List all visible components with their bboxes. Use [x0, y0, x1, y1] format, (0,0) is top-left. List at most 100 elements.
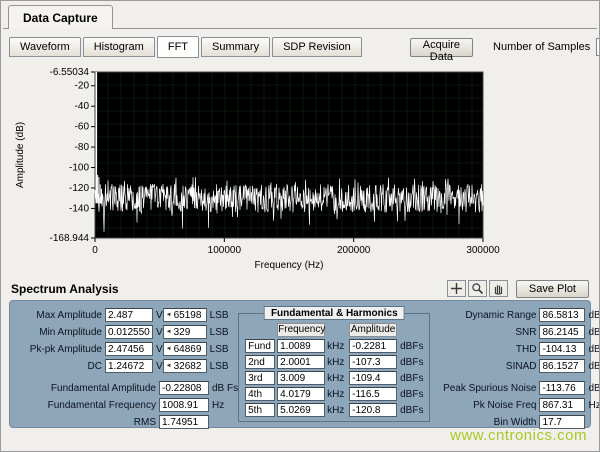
frequency-column-header: Frequency [277, 323, 325, 337]
field-label: Peak Spurious Noise [430, 383, 536, 394]
fft-plot-area: Amplitude (dB) -6.55034-20-40-60-80-100-… [11, 62, 589, 278]
tab-data-capture[interactable]: Data Capture [8, 5, 113, 29]
field-label: Dynamic Range [430, 310, 536, 321]
min-amplitude-volts-display: 0.012550 [105, 325, 153, 339]
spectrum-analysis-header: Spectrum Analysis [3, 278, 597, 299]
field-unit: LSB [210, 327, 229, 338]
field-label: Bin Width [430, 417, 536, 428]
field-unit: dB [588, 361, 600, 372]
max-amplitude-volts-display: 2.487 [105, 308, 153, 322]
tab-fft[interactable]: FFT [157, 36, 199, 58]
dc-volts-display: 1.24672 [105, 359, 153, 373]
samples-combo[interactable]: 32768 ▼ [596, 38, 600, 56]
lsb-value: 32682 [174, 361, 202, 372]
field-row: Peak Spurious Noise -113.76 dB [430, 381, 600, 395]
field-unit: dBFs [400, 357, 423, 368]
pk-noise-freq-display: 867.31 [539, 398, 585, 412]
spinner-left-icon[interactable]: ◄ [166, 363, 172, 369]
harmonic-row-3rd: 3rd 3.009 kHz -109.4 dBFs [245, 371, 423, 385]
field-unit: V [156, 310, 163, 321]
harmonic-frequency-display: 3.009 [277, 371, 325, 385]
acquire-data-button[interactable]: Acquire Data [410, 38, 473, 57]
harmonic-amplitude-display: -0.2281 [349, 339, 397, 353]
field-unit: dB [588, 310, 600, 321]
tab-label: Waveform [20, 41, 70, 53]
tab-histogram[interactable]: Histogram [83, 37, 155, 57]
harmonic-name: 3rd [245, 371, 275, 385]
field-unit: Hz [212, 400, 224, 411]
field-unit: LSB [210, 361, 229, 372]
window-title: Data Capture [23, 11, 98, 25]
x-axis-title: Frequency (Hz) [95, 260, 483, 271]
field-unit: dB [588, 327, 600, 338]
harmonic-amplitude-display: -109.4 [349, 371, 397, 385]
svg-text:100000: 100000 [208, 245, 242, 256]
tab-waveform[interactable]: Waveform [9, 37, 81, 57]
tab-label: Summary [212, 41, 259, 53]
rms-display: 1.74951 [159, 415, 209, 429]
harmonic-frequency-display: 5.0269 [277, 403, 325, 417]
tab-label: SDP Revision [283, 41, 351, 53]
field-unit: V [156, 344, 163, 355]
harmonic-name: 5th [245, 403, 275, 417]
zoom-tool-button[interactable] [468, 280, 487, 297]
fft-plot[interactable]: -6.55034-20-40-60-80-100-120-140-168.944… [11, 62, 595, 262]
svg-text:-20: -20 [75, 81, 90, 92]
svg-text:-120: -120 [69, 183, 89, 194]
harmonic-row-4th: 4th 4.0179 kHz -116.5 dBFs [245, 387, 423, 401]
crosshair-tool-button[interactable] [447, 280, 466, 297]
field-row: Pk-pk Amplitude 2.47456 V ◄64869 LSB [18, 342, 238, 356]
graph-tools [447, 280, 508, 297]
harmonic-row-2nd: 2nd 2.0001 kHz -107.3 dBFs [245, 355, 423, 369]
lsb-value: 329 [174, 327, 191, 338]
field-row: THD -104.13 dB [430, 342, 600, 356]
pkpk-amplitude-lsb-display: ◄64869 [163, 342, 207, 356]
harmonic-name: 4th [245, 387, 275, 401]
samples-value[interactable]: 32768 [596, 38, 600, 56]
dc-lsb-display: ◄32682 [163, 359, 207, 373]
svg-text:200000: 200000 [337, 245, 371, 256]
tab-strip: Waveform Histogram FFT Summary SDP Revis… [9, 36, 591, 58]
snr-display: 86.2145 [539, 325, 585, 339]
crosshair-icon [450, 282, 463, 295]
spinner-left-icon[interactable]: ◄ [166, 312, 172, 318]
field-label: Pk Noise Freq [430, 400, 536, 411]
harmonic-frequency-display: 2.0001 [277, 355, 325, 369]
harmonic-frequency-display: 4.0179 [277, 387, 325, 401]
sinad-display: 86.1527 [539, 359, 585, 373]
harmonics-header-row: Frequency Amplitude [245, 323, 423, 337]
field-unit: V [156, 327, 163, 338]
svg-text:0: 0 [92, 245, 98, 256]
number-of-samples-label: Number of Samples [493, 41, 590, 53]
field-unit: Hz [588, 400, 600, 411]
lsb-value: 64869 [174, 344, 202, 355]
pan-tool-button[interactable] [489, 280, 508, 297]
svg-text:-100: -100 [69, 163, 89, 174]
field-row: Pk Noise Freq 867.31 Hz [430, 398, 600, 412]
min-amplitude-lsb-display: ◄329 [163, 325, 207, 339]
spinner-left-icon[interactable]: ◄ [166, 346, 172, 352]
field-row: RMS 1.74951 [18, 415, 238, 429]
field-row: SNR 86.2145 dB [430, 325, 600, 339]
data-capture-window: Data Capture Waveform Histogram FFT Summ… [0, 0, 600, 452]
field-unit: kHz [327, 373, 347, 384]
field-label: DC [18, 361, 102, 372]
field-unit: dBFs [400, 373, 423, 384]
field-label: Fundamental Amplitude [18, 383, 156, 394]
field-unit: LSB [210, 310, 229, 321]
amplitude-column-header: Amplitude [349, 323, 397, 337]
svg-text:-168.944: -168.944 [50, 233, 90, 244]
tab-summary[interactable]: Summary [201, 37, 270, 57]
spinner-left-icon[interactable]: ◄ [166, 329, 172, 335]
fundamental-amplitude-display: -0.22808 [159, 381, 209, 395]
svg-text:-40: -40 [75, 101, 90, 112]
field-unit: kHz [327, 405, 347, 416]
field-unit: dBFs [400, 405, 423, 416]
field-row: Fundamental Frequency 1008.91 Hz [18, 398, 238, 412]
save-plot-button[interactable]: Save Plot [516, 280, 589, 298]
field-row: SINAD 86.1527 dB [430, 359, 600, 373]
field-unit: dB Fs [212, 383, 238, 394]
field-row: Fundamental Amplitude -0.22808 dB Fs [18, 381, 238, 395]
tab-sdp-revision[interactable]: SDP Revision [272, 37, 362, 57]
field-label: Min Amplitude [18, 327, 102, 338]
